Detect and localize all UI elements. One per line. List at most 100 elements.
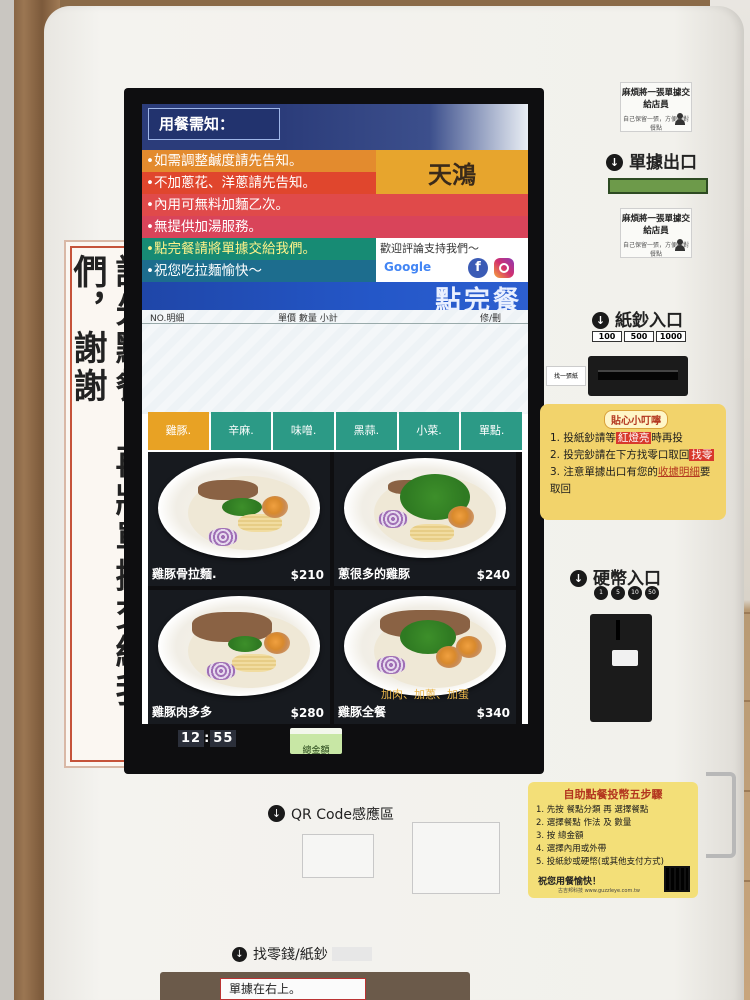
ramen-bowl-image: [344, 596, 506, 696]
steps-title: 自助點餐投幣五步驟: [563, 788, 663, 801]
door-handle[interactable]: [706, 772, 736, 858]
clock-hour: 12: [178, 730, 205, 747]
tab-chicken-pork[interactable]: 雞豚.: [148, 412, 209, 450]
step-item: 4. 選擇內用或外帶: [536, 844, 607, 854]
tip-item: 3. 注意單據出口有您的收據明細要取回: [550, 466, 711, 495]
dining-notice: 用餐需知： •如需調整鹹度請先告知。 •不加蔥花、洋蔥請先告知。 •內用可無料加…: [142, 104, 528, 316]
menu-item-name: 雞豚骨拉麵.: [152, 567, 217, 581]
menu-item-price: $280: [290, 706, 324, 720]
clock: 12:55: [178, 730, 237, 747]
shop-logo: 天鴻: [376, 150, 528, 194]
bill-denominations: 100 500 1000: [592, 331, 686, 342]
ramen-bowl-image: [158, 458, 320, 558]
receipt-sticker: 麻煩將一張單據交給店員 自己保留一張，方便核對餐點: [620, 82, 692, 132]
notice-line: •祝您吃拉麵愉快～: [142, 260, 376, 282]
qr-reader-window[interactable]: [302, 834, 374, 878]
notice-line: •不加蔥花、洋蔥請先告知。: [142, 172, 376, 194]
menu-grid: 雞豚骨拉麵. $210 蔥很多的雞豚 $240 雞豚肉多多 $280 加肉、加蔥…: [148, 452, 522, 726]
menu-item[interactable]: 蔥很多的雞豚 $240: [334, 452, 516, 586]
category-tabs: 雞豚. 辛麻. 味噌. 黑蒜. 小菜. 單點.: [148, 412, 523, 450]
arrow-down-icon: ↓: [570, 570, 587, 587]
review-text: 歡迎評論支持我們～: [380, 242, 479, 255]
tips-title: 貼心小叮嚀: [604, 410, 668, 429]
order-header: NO.明細 單價 數量 小計 修/刪: [142, 310, 528, 324]
steps-list: 1. 先按 餐點分類 再 選擇餐點 2. 選擇餐點 作法 及 數量 3. 按 總…: [536, 804, 666, 869]
logo-text: 天鴻: [428, 159, 476, 189]
notice-line: •如需調整鹹度請先告知。: [142, 150, 376, 172]
bill-500: 500: [624, 331, 654, 342]
change-outlet-label: ↓ 找零錢/紙鈔: [232, 944, 372, 964]
bill-1000: 1000: [656, 331, 686, 342]
tray-note: 單據在右上。: [220, 978, 366, 1000]
notice-line: •內用可無料加麵乙次。: [142, 194, 528, 216]
coin-1: 1: [594, 586, 608, 600]
menu-item-price: $340: [476, 706, 510, 720]
coin-50: 50: [645, 586, 659, 600]
coin-10: 10: [628, 586, 642, 600]
tab-miso[interactable]: 味噌.: [273, 412, 335, 450]
coin-inlet[interactable]: [590, 614, 652, 722]
five-steps-guide: 自助點餐投幣五步驟 1. 先按 餐點分類 再 選擇餐點 2. 選擇餐點 作法 及…: [528, 782, 698, 898]
col-price: 單價 數量 小計: [278, 314, 338, 324]
tip-item: 2. 投完鈔請在下方找零口取回 找零: [550, 449, 715, 461]
qr-reader-panel[interactable]: [412, 822, 500, 894]
tab-spicy[interactable]: 辛麻.: [210, 412, 272, 450]
receipt-outlet[interactable]: [608, 178, 708, 194]
ramen-bowl-image: [158, 596, 320, 696]
menu-item[interactable]: 雞豚骨拉麵. $210: [148, 452, 330, 586]
tab-black-garlic[interactable]: 黑蒜.: [336, 412, 397, 450]
tip-item: 1. 投紙鈔請等 紅燈亮 時再投: [550, 432, 683, 444]
qr-reader-label: ↓ QR Code感應區: [268, 804, 394, 824]
arrow-down-icon: ↓: [268, 805, 285, 822]
menu-item[interactable]: 雞豚肉多多 $280: [148, 590, 330, 724]
person-icon: [675, 113, 685, 125]
facebook-icon: f: [468, 258, 488, 278]
step-item: 2. 選擇餐點 作法 及 數量: [536, 818, 632, 828]
sticker-main: 麻煩將一張單據交給店員: [621, 88, 690, 110]
step-item: 3. 按 總金額: [536, 831, 584, 841]
google-logo: Google: [384, 260, 432, 274]
notice-title: 用餐需知：: [148, 108, 280, 140]
ramen-bowl-image: [344, 458, 506, 558]
tips-panel: 貼心小叮嚀 1. 投紙鈔請等 紅燈亮 時再投 2. 投完鈔請在下方找零口取回 找零 3…: [540, 404, 726, 520]
bill-inlet[interactable]: [588, 356, 688, 396]
touch-screen: 用餐需知： •如需調整鹹度請先告知。 •不加蔥花、洋蔥請先告知。 •內用可無料加…: [142, 104, 528, 766]
notice-line: •無提供加湯服務。: [142, 216, 528, 238]
menu-item-price: $240: [476, 568, 510, 582]
menu-item-name: 雞豚肉多多: [152, 705, 213, 719]
tips-list: 1. 投紙鈔請等 紅燈亮 時再投 2. 投完鈔請在下方找零口取回 找零 3. 注意單據…: [550, 430, 720, 498]
order-list: NO.明細 單價 數量 小計 修/刪: [142, 310, 528, 414]
menu-item-note: 加肉、加蔥、加蛋: [381, 688, 469, 701]
small-sticker: 找一張紙: [546, 366, 586, 386]
menu-item-name: 蔥很多的雞豚: [338, 567, 411, 581]
bill-100: 100: [592, 331, 622, 342]
arrow-down-icon: ↓: [232, 947, 247, 962]
pillar: [0, 0, 14, 1000]
col-edit: 修/刪: [480, 314, 502, 324]
receipt-sticker: 麻煩將一張單據交給店員 自己保留一張，方便核對餐點: [620, 208, 692, 258]
notice-line: •點完餐請將單據交給我們。: [142, 238, 376, 260]
step-item: 5. 投紙鈔或硬幣(或其他支付方式): [536, 857, 664, 867]
clock-minute: 55: [210, 730, 237, 747]
bill-inlet-label: ↓ 紙鈔入口: [592, 306, 683, 331]
steps-brand: 古吉邦科技 www.guzzleye.com.tw: [558, 888, 640, 894]
arrow-down-icon: ↓: [592, 312, 609, 329]
tab-single-item[interactable]: 單點.: [461, 412, 523, 450]
col-detail: NO.明細: [150, 314, 185, 324]
review-box: 歡迎評論支持我們～ Google f: [376, 238, 528, 282]
coin-5: 5: [611, 586, 625, 600]
sticker-main: 麻煩將一張單據交給店員: [621, 214, 690, 236]
total-amount-button[interactable]: 總金額: [290, 728, 342, 756]
receipt-outlet-label: ↓ 單據出口: [606, 148, 697, 173]
menu-item[interactable]: 加肉、加蔥、加蛋 雞豚全餐 $340: [334, 590, 516, 724]
menu-item-price: $210: [290, 568, 324, 582]
coin-denominations: 1 5 10 50: [594, 586, 659, 600]
tab-side-dish[interactable]: 小菜.: [398, 412, 460, 450]
change-tray[interactable]: 單據在右上。: [160, 972, 470, 1000]
instagram-icon: [494, 258, 514, 278]
done-banner: 點完餐: [142, 282, 528, 316]
person-icon: [675, 239, 685, 251]
steps-footer: 祝您用餐愉快！: [538, 877, 602, 887]
arrow-down-icon: ↓: [606, 154, 623, 171]
menu-item-name: 雞豚全餐: [338, 705, 387, 719]
